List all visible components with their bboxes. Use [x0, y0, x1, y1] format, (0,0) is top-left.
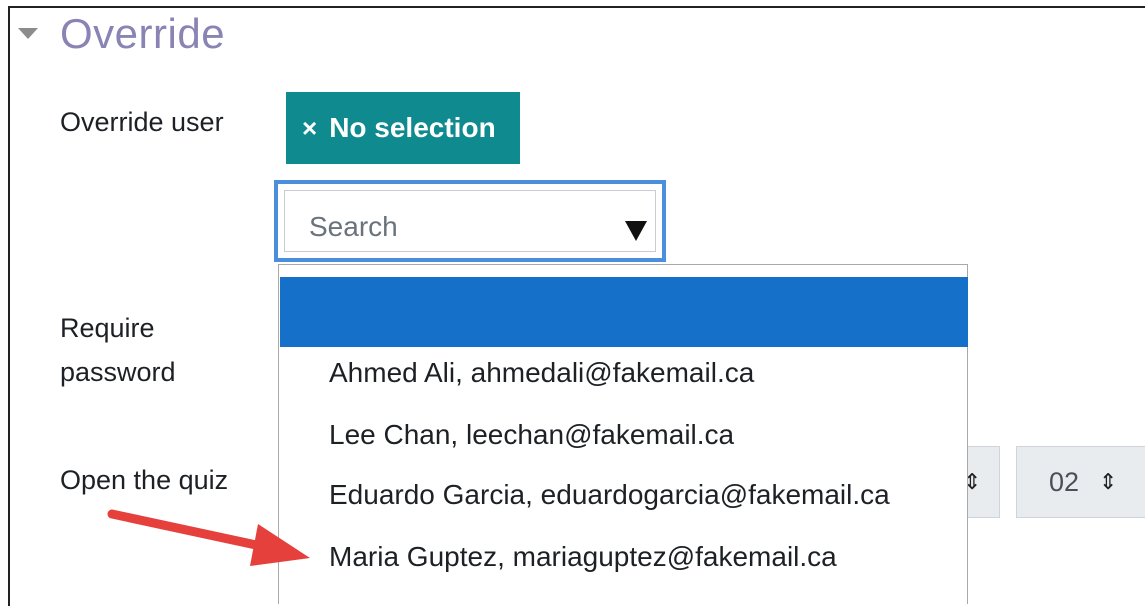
- minute-select[interactable]: 02 ⇕: [1016, 446, 1145, 518]
- chip-label: No selection: [329, 112, 496, 143]
- section-title[interactable]: Override: [60, 10, 225, 58]
- minute-value: 02: [1049, 466, 1080, 497]
- search-field-border: [284, 190, 656, 252]
- remove-selection-icon[interactable]: ×: [302, 113, 317, 144]
- collapse-toggle-icon[interactable]: [18, 28, 38, 39]
- dropdown-option[interactable]: Eduardo Garcia, eduardogarcia@fakemail.c…: [329, 479, 890, 511]
- dropdown-arrow-icon[interactable]: [625, 221, 647, 241]
- dropdown-option[interactable]: Ahmed Ali, ahmedali@fakemail.ca: [329, 357, 754, 389]
- user-search-combobox[interactable]: [274, 180, 666, 262]
- override-user-label: Override user: [60, 107, 224, 137]
- dropdown-option[interactable]: Lee Chan, leechan@fakemail.ca: [329, 419, 734, 451]
- updown-icon: ⇕: [1099, 469, 1118, 494]
- user-dropdown-list[interactable]: Ahmed Ali, ahmedali@fakemail.ca Lee Chan…: [278, 264, 968, 604]
- no-selection-chip[interactable]: × No selection: [286, 92, 520, 164]
- search-input[interactable]: [309, 205, 589, 249]
- password-label: password: [60, 357, 176, 387]
- dropdown-option-highlighted[interactable]: [280, 277, 968, 347]
- annotation-arrow-icon: [107, 509, 310, 566]
- dropdown-option[interactable]: Maria Guptez, mariaguptez@fakemail.ca: [329, 541, 837, 573]
- require-label: Require: [60, 313, 155, 343]
